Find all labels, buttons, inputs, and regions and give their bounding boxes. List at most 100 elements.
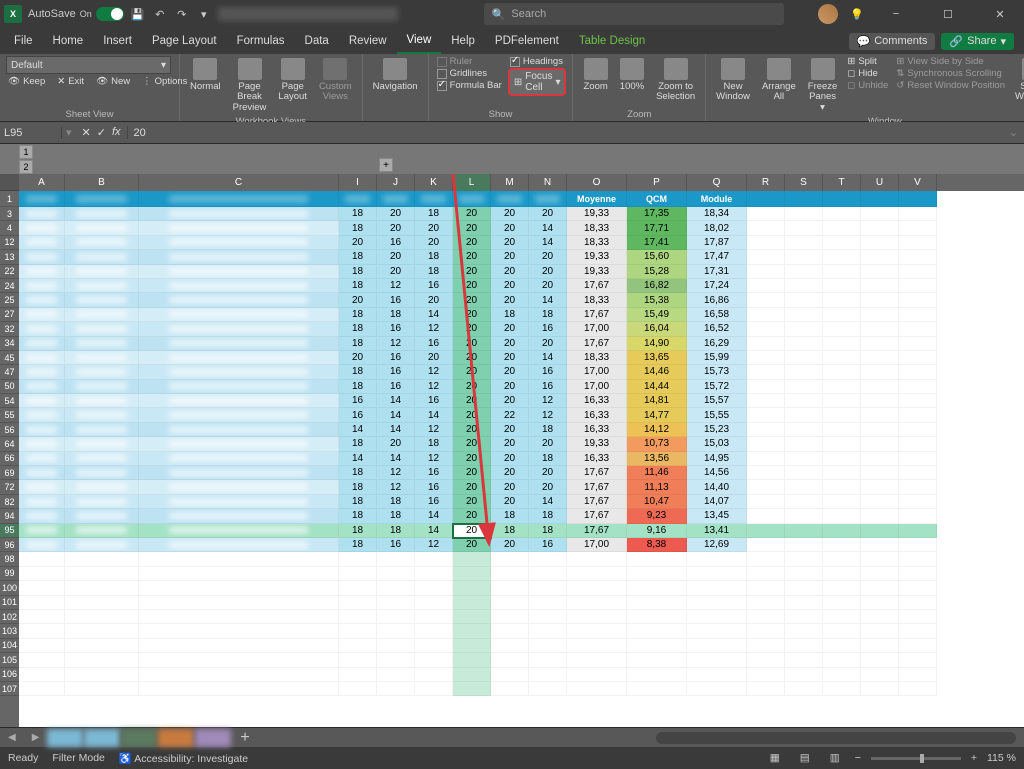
- zoom-button[interactable]: Zoom: [579, 56, 611, 94]
- cell[interactable]: [529, 552, 567, 566]
- cell[interactable]: [19, 495, 65, 509]
- cell[interactable]: 20: [491, 365, 529, 379]
- split-button[interactable]: ⊞ Split: [845, 56, 890, 67]
- cell[interactable]: [453, 682, 491, 696]
- row-header[interactable]: 94: [0, 509, 19, 523]
- cell[interactable]: 20: [491, 495, 529, 509]
- col-header-Q[interactable]: Q: [687, 174, 747, 191]
- cell[interactable]: [861, 207, 899, 221]
- cell[interactable]: [747, 653, 785, 667]
- new-view-button[interactable]: 👁 New: [94, 76, 132, 87]
- cell[interactable]: 20: [491, 452, 529, 466]
- row-header[interactable]: 64: [0, 437, 19, 451]
- cell[interactable]: [823, 308, 861, 322]
- cell[interactable]: [65, 509, 139, 523]
- zoom-slider[interactable]: [871, 757, 961, 760]
- unhide-button[interactable]: ◻ Unhide: [845, 80, 890, 91]
- row-header[interactable]: 55: [0, 408, 19, 422]
- cell[interactable]: 14: [529, 495, 567, 509]
- cell[interactable]: [377, 653, 415, 667]
- cell[interactable]: 14,46: [627, 365, 687, 379]
- cell[interactable]: [139, 567, 339, 581]
- cell[interactable]: [453, 581, 491, 595]
- cell[interactable]: [823, 452, 861, 466]
- cell[interactable]: 20: [491, 322, 529, 336]
- cell[interactable]: [65, 596, 139, 610]
- cell[interactable]: [19, 639, 65, 653]
- cell[interactable]: [65, 452, 139, 466]
- cell[interactable]: 14,44: [627, 380, 687, 394]
- cell[interactable]: 17,87: [687, 236, 747, 250]
- cell[interactable]: [627, 610, 687, 624]
- cell[interactable]: 14: [415, 509, 453, 523]
- row-header[interactable]: 69: [0, 466, 19, 480]
- cell[interactable]: 18,34: [687, 207, 747, 221]
- cell[interactable]: [139, 236, 339, 250]
- cell[interactable]: 16: [529, 322, 567, 336]
- cell[interactable]: [785, 596, 823, 610]
- cell[interactable]: 12: [377, 480, 415, 494]
- cell[interactable]: [861, 538, 899, 552]
- cell[interactable]: 17,47: [687, 250, 747, 264]
- share-button[interactable]: 🔗 Share ▾: [941, 33, 1014, 50]
- cell[interactable]: [785, 279, 823, 293]
- row-header[interactable]: 82: [0, 495, 19, 509]
- cell[interactable]: [139, 337, 339, 351]
- cell[interactable]: 12: [415, 452, 453, 466]
- cell[interactable]: [19, 668, 65, 682]
- cell[interactable]: [339, 596, 377, 610]
- cell[interactable]: [899, 322, 937, 336]
- cell[interactable]: 20: [491, 538, 529, 552]
- cell[interactable]: 17,67: [567, 480, 627, 494]
- cell[interactable]: 20: [377, 437, 415, 451]
- cell[interactable]: [339, 610, 377, 624]
- cell[interactable]: [491, 596, 529, 610]
- cell[interactable]: [415, 552, 453, 566]
- col-header-C[interactable]: C: [139, 174, 339, 191]
- cell[interactable]: [899, 191, 937, 207]
- cell[interactable]: [19, 538, 65, 552]
- new-window-button[interactable]: New Window: [712, 56, 754, 105]
- col-header-I[interactable]: I: [339, 174, 377, 191]
- sheet-nav-next[interactable]: ▶: [24, 732, 48, 743]
- cell[interactable]: [65, 610, 139, 624]
- row-header[interactable]: 103: [0, 624, 19, 638]
- cell[interactable]: 11,46: [627, 466, 687, 480]
- cell[interactable]: 12: [415, 365, 453, 379]
- cell[interactable]: 16,33: [567, 394, 627, 408]
- close-button[interactable]: ✕: [980, 0, 1020, 28]
- cell[interactable]: 20: [339, 236, 377, 250]
- cell[interactable]: [19, 610, 65, 624]
- cell[interactable]: [65, 221, 139, 235]
- cell[interactable]: [861, 596, 899, 610]
- cell[interactable]: [339, 191, 377, 207]
- cell[interactable]: [899, 437, 937, 451]
- cell[interactable]: [139, 466, 339, 480]
- cell[interactable]: 20: [453, 538, 491, 552]
- cell[interactable]: [785, 552, 823, 566]
- cell[interactable]: [377, 639, 415, 653]
- row-header[interactable]: 47: [0, 365, 19, 379]
- keep-button[interactable]: 👁 Keep: [6, 76, 47, 87]
- cell[interactable]: [65, 322, 139, 336]
- cell[interactable]: [899, 480, 937, 494]
- cell[interactable]: [823, 337, 861, 351]
- cell[interactable]: [785, 423, 823, 437]
- cell[interactable]: [747, 639, 785, 653]
- cell[interactable]: [65, 567, 139, 581]
- enter-formula-icon[interactable]: ✓: [97, 126, 106, 139]
- cell[interactable]: [785, 265, 823, 279]
- cell[interactable]: [339, 567, 377, 581]
- cell[interactable]: 16: [415, 466, 453, 480]
- freeze-panes-button[interactable]: Freeze Panes ▾: [804, 56, 842, 115]
- cell[interactable]: [529, 567, 567, 581]
- cell[interactable]: [747, 351, 785, 365]
- cell[interactable]: [823, 495, 861, 509]
- cell[interactable]: [415, 668, 453, 682]
- cell[interactable]: [687, 653, 747, 667]
- cell[interactable]: [567, 653, 627, 667]
- cell[interactable]: [19, 408, 65, 422]
- cell[interactable]: [899, 337, 937, 351]
- row-header[interactable]: 98: [0, 552, 19, 566]
- cell[interactable]: 16: [339, 408, 377, 422]
